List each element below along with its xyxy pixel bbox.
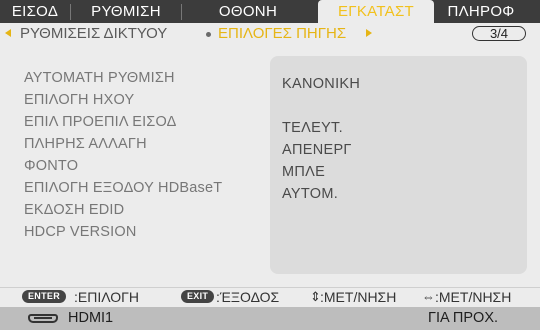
separator-dot-icon: [206, 32, 211, 37]
value-background[interactable]: ΜΠΛΕ: [282, 162, 325, 182]
tab-input[interactable]: ΕΙΣΟΔ: [0, 0, 70, 23]
exit-key-badge: EXIT: [181, 290, 215, 303]
hdmi-port-icon: [28, 314, 58, 323]
settings-panel: ΚΑΝΟΝΙΚΗ ΤΕΛΕΥΤ. ΑΠΕΝΕΡΓ ΜΠΛΕ ΑΥΤΟΜ. ΑΥΤ…: [10, 48, 534, 284]
tab-setup[interactable]: ΡΥΘΜΙΣΗ: [71, 0, 181, 23]
tab-display[interactable]: ΟΘΟΝΗ: [182, 0, 314, 23]
setting-auto-adjust[interactable]: ΑΥΤΟΜΑΤΗ ΡΥΘΜΙΣΗ: [24, 68, 175, 88]
setting-edid-version[interactable]: ΕΚΔΟΣΗ EDID: [24, 200, 124, 220]
projector-osd-menu: ΕΙΣΟΔ ΡΥΘΜΙΣΗ ΟΘΟΝΗ ΕΓΚΑΤΑΣΤ ΠΛΗΡΟΦ ΡΥΘΜ…: [0, 0, 540, 330]
setting-background[interactable]: ΦΟΝΤΟ: [24, 156, 78, 176]
setting-default-input-select[interactable]: ΕΠΙΛ ΠΡΟΕΠΙΛ ΕΙΣΟΔ: [24, 112, 177, 132]
exit-help-label: :ΈΞΟΔΟΣ: [216, 289, 280, 305]
setting-seamless-switching[interactable]: ΠΛΗΡΗΣ ΑΛΛΑΓΗ: [24, 134, 147, 154]
left-arrow-icon[interactable]: [5, 29, 11, 37]
value-auto-adjust[interactable]: ΚΑΝΟΝΙΚΗ: [282, 74, 360, 94]
status-bar: HDMI1 ΓΙΑ ΠΡΟΧ.: [0, 307, 540, 330]
submenu-source-options[interactable]: ΕΠΙΛΟΓΕΣ ΠΗΓΗΣ: [218, 25, 346, 43]
enter-help-label: :ΕΠΙΛΟΓΗ: [74, 289, 139, 305]
submenu-nav-bar: ΡΥΘΜΙΣΕΙΣ ΔΙΚΤΥΟΥ ΕΠΙΛΟΓΕΣ ΠΗΓΗΣ 3/4: [0, 23, 540, 45]
value-seamless-switching[interactable]: ΑΠΕΝΕΡΓ: [282, 140, 352, 160]
enter-key-badge: ENTER: [22, 290, 67, 303]
tab-info[interactable]: ΠΛΗΡΟΦ: [436, 0, 526, 23]
left-right-arrows-icon: ⇔: [422, 289, 435, 304]
updown-help-label: :ΜΕΤ/ΝΗΣΗ: [320, 289, 397, 305]
current-input: HDMI1: [68, 310, 114, 326]
status-mode: ΓΙΑ ΠΡΟΧ.: [428, 310, 499, 326]
values-box: ΚΑΝΟΝΙΚΗ ΤΕΛΕΥΤ. ΑΠΕΝΕΡΓ ΜΠΛΕ ΑΥΤΟΜ.: [270, 56, 527, 274]
value-default-input-select[interactable]: ΤΕΛΕΥΤ.: [282, 118, 343, 138]
page-indicator: 3/4: [472, 26, 526, 41]
setting-audio-select[interactable]: ΕΠΙΛΟΓΗ ΗΧΟΥ: [24, 90, 134, 110]
setting-hdcp-version[interactable]: HDCP VERSION: [24, 222, 137, 242]
menu-tab-bar: ΕΙΣΟΔ ΡΥΘΜΙΣΗ ΟΘΟΝΗ ΕΓΚΑΤΑΣΤ ΠΛΗΡΟΦ: [0, 0, 540, 23]
value-hdbaset-output[interactable]: ΑΥΤΟΜ.: [282, 184, 338, 204]
submenu-network-settings[interactable]: ΡΥΘΜΙΣΕΙΣ ΔΙΚΤΥΟΥ: [20, 25, 167, 43]
setting-hdbaset-output[interactable]: ΕΠΙΛΟΓΗ ΕΞΟΔΟΥ HDBaseT: [24, 178, 222, 198]
right-arrow-icon[interactable]: [366, 29, 372, 37]
help-bar: ENTER :ΕΠΙΛΟΓΗ EXIT :ΈΞΟΔΟΣ ⇕ :ΜΕΤ/ΝΗΣΗ …: [0, 287, 540, 305]
leftright-help-label: :ΜΕΤ/ΝΗΣΗ: [435, 289, 512, 305]
tab-installation[interactable]: ΕΓΚΑΤΑΣΤ: [318, 0, 434, 23]
